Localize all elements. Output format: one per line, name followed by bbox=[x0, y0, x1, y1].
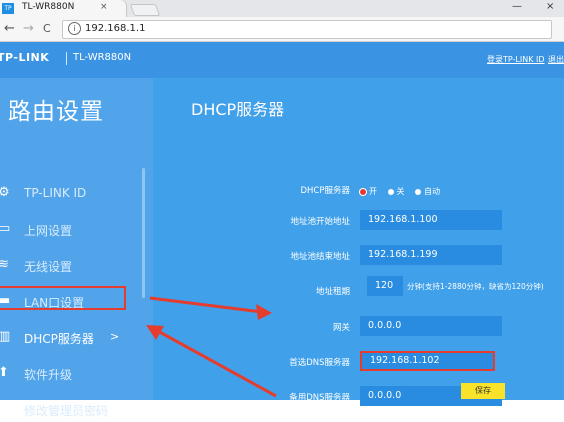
annotation-arrows bbox=[146, 296, 277, 398]
pencil-icon: ✎ bbox=[0, 401, 9, 416]
arrow-to-dhcp-menu bbox=[146, 325, 277, 398]
sidebar-item-label: 修改管理员密码 bbox=[24, 404, 109, 418]
arrow-to-primary-dns bbox=[149, 296, 272, 320]
sidebar-item-admin-password[interactable]: ✎ 修改管理员密码 bbox=[0, 398, 140, 422]
